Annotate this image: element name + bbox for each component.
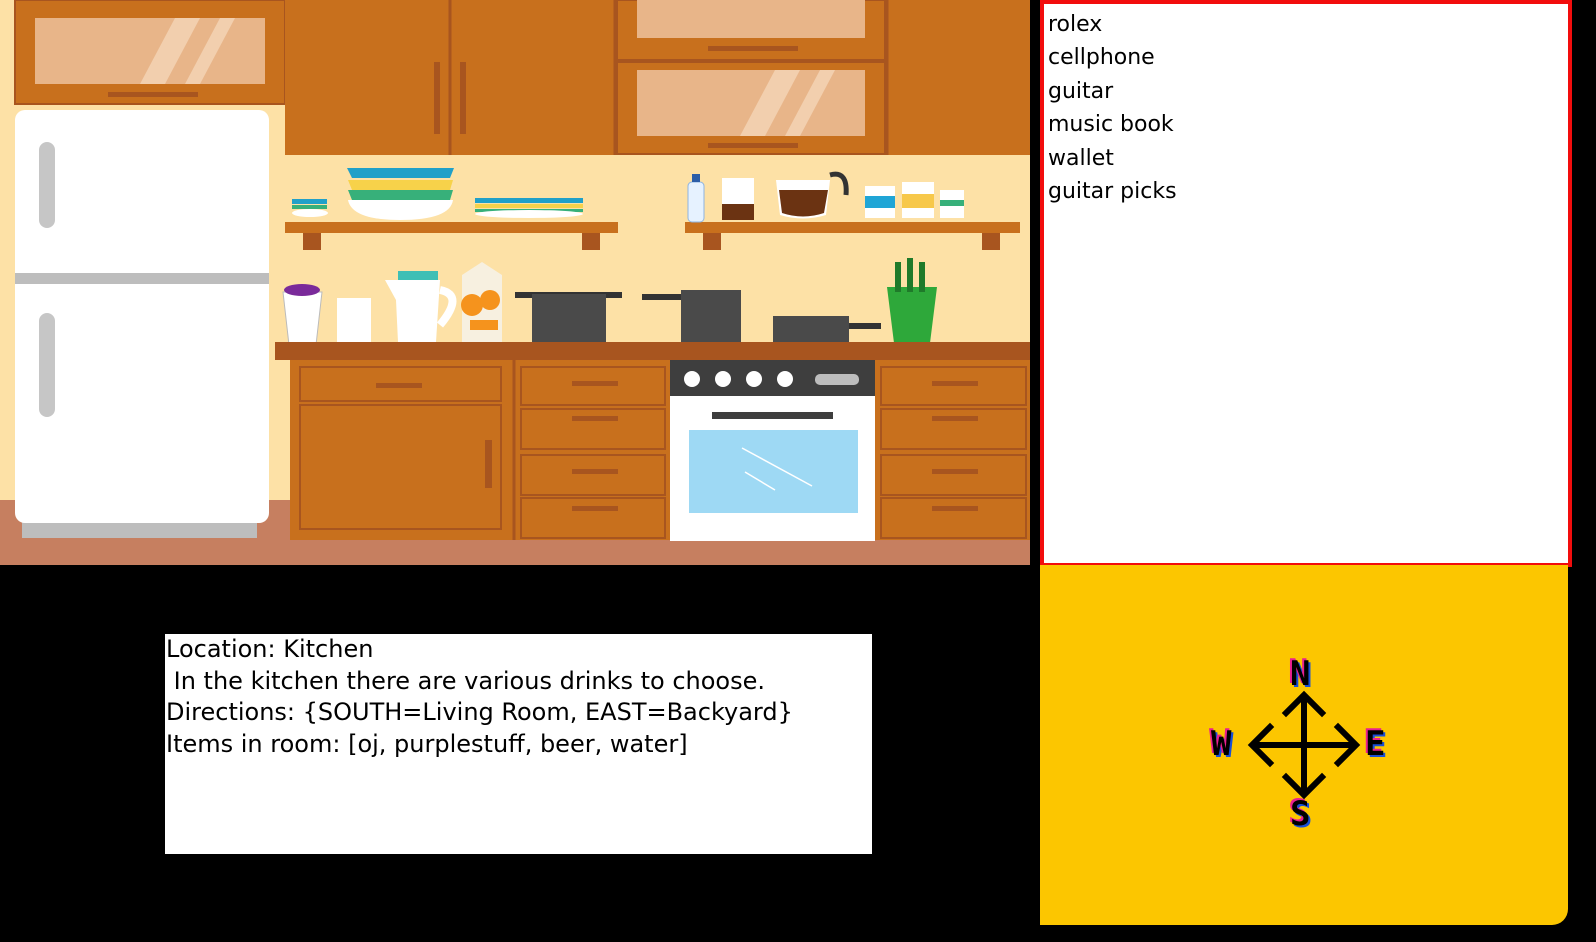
inventory-item[interactable]: wallet bbox=[1048, 142, 1568, 175]
inventory-list: rolex cellphone guitar music book wallet… bbox=[1044, 4, 1568, 208]
oven bbox=[670, 360, 875, 541]
lower-cabinets bbox=[290, 360, 1030, 540]
inventory-panel: rolex cellphone guitar music book wallet… bbox=[1040, 0, 1572, 567]
description-line: In the kitchen there are various drinks … bbox=[166, 666, 765, 695]
compass-south[interactable]: S bbox=[1290, 797, 1310, 831]
compass-east[interactable]: E bbox=[1365, 727, 1385, 761]
inventory-item[interactable]: music book bbox=[1048, 108, 1568, 141]
inventory-item[interactable]: cellphone bbox=[1048, 41, 1568, 74]
items-line: Items in room: [oj, purplestuff, beer, w… bbox=[166, 729, 688, 758]
directions-line: Directions: {SOUTH=Living Room, EAST=Bac… bbox=[166, 698, 793, 726]
refrigerator bbox=[15, 110, 269, 538]
kitchen-scene bbox=[0, 0, 1030, 565]
location-line: Location: Kitchen bbox=[166, 635, 374, 663]
compass-north[interactable]: N bbox=[1290, 657, 1310, 691]
room-status-text: Location: Kitchen In the kitchen there a… bbox=[165, 634, 872, 854]
upper-cabinets bbox=[285, 0, 1030, 155]
inventory-item[interactable]: guitar bbox=[1048, 75, 1568, 108]
upper-cabinet-left bbox=[14, 0, 286, 105]
compass-icon: N S W E bbox=[1208, 655, 1408, 835]
compass-west[interactable]: W bbox=[1211, 727, 1231, 761]
inventory-item[interactable]: guitar picks bbox=[1048, 175, 1568, 208]
inventory-item[interactable]: rolex bbox=[1048, 8, 1568, 41]
